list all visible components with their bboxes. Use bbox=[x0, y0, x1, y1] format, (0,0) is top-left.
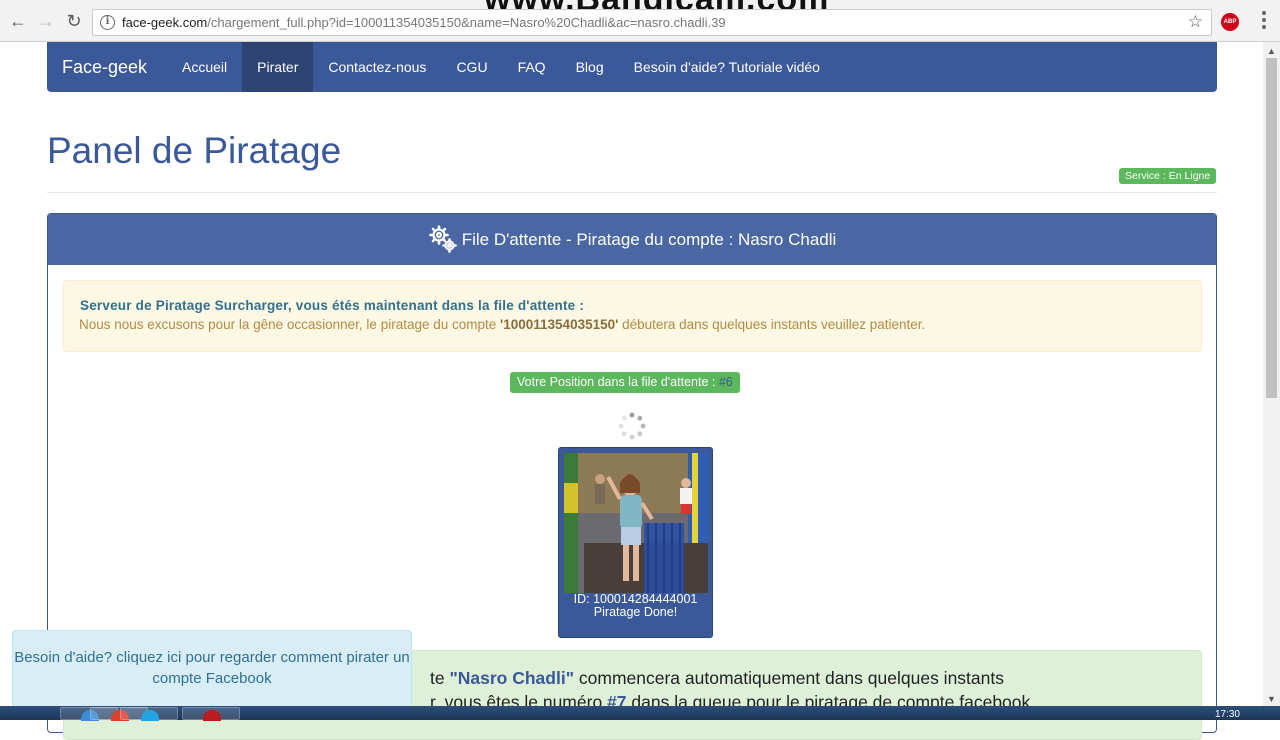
profile-status-text: Piratage Done! bbox=[593, 605, 678, 619]
nav-pirater[interactable]: Pirater bbox=[242, 42, 314, 92]
gears-icon bbox=[428, 224, 457, 253]
nav-blog[interactable]: Blog bbox=[561, 42, 619, 92]
profile-card[interactable]: ID: 100014284444001 Piratage Done! bbox=[558, 447, 713, 638]
profile-id-text: ID: 100014284444001 Piratage Done! bbox=[559, 593, 712, 619]
taskbar-skype-icon[interactable] bbox=[120, 707, 178, 721]
forward-icon[interactable]: → bbox=[36, 11, 56, 31]
warning-title: Serveur de Piratage Surcharger, vous été… bbox=[80, 298, 585, 313]
nav-tutorial[interactable]: Besoin d'aide? Tutoriale vidéo bbox=[619, 42, 835, 92]
nav-contact[interactable]: Contactez-nous bbox=[313, 42, 441, 92]
address-bar[interactable]: i face-geek.com/chargement_full.php?id=1… bbox=[92, 9, 1212, 36]
success-line-1: te "Nasro Chadli" commencera automatique… bbox=[430, 668, 1004, 688]
help-popup-link[interactable]: Besoin d'aide? cliquez ici pour regarder… bbox=[12, 630, 412, 708]
queue-position-badge: Votre Position dans la file d'attente : … bbox=[510, 372, 740, 393]
service-status-badge: Service : En Ligne bbox=[1119, 168, 1217, 184]
scrollbar-thumb[interactable] bbox=[1266, 58, 1277, 398]
nav-accueil[interactable]: Accueil bbox=[167, 42, 242, 92]
bookmark-star-icon[interactable]: ☆ bbox=[1188, 12, 1203, 32]
scroll-up-icon[interactable]: ▲ bbox=[1267, 46, 1276, 56]
loading-spinner-icon bbox=[618, 412, 646, 440]
panel-heading: File D'attente - Piratage du compte : Na… bbox=[48, 214, 1216, 265]
taskbar-bandicam-icon[interactable] bbox=[182, 707, 240, 721]
site-brand[interactable]: Face-geek bbox=[62, 57, 147, 78]
site-info-icon[interactable]: i bbox=[100, 15, 115, 30]
site-navbar: Face-geek Accueil Pirater Contactez-nous… bbox=[47, 42, 1217, 92]
reload-icon[interactable]: ↻ bbox=[64, 11, 84, 31]
back-icon[interactable]: ← bbox=[8, 11, 28, 31]
nav-links: Accueil Pirater Contactez-nous CGU FAQ B… bbox=[167, 42, 835, 92]
taskbar-clock: 17:30 bbox=[1214, 709, 1240, 720]
page-title: Panel de Piratage bbox=[47, 130, 342, 171]
browser-menu-icon[interactable] bbox=[1262, 11, 1268, 31]
queue-warning-alert: Serveur de Piratage Surcharger, vous été… bbox=[63, 280, 1202, 352]
queue-position-value: #6 bbox=[718, 375, 733, 389]
header-divider bbox=[47, 192, 1217, 193]
url-text[interactable]: face-geek.com/chargement_full.php?id=100… bbox=[122, 15, 726, 30]
target-name-text: "Nasro Chadli" bbox=[449, 668, 575, 688]
nav-cgu[interactable]: CGU bbox=[441, 42, 502, 92]
browser-toolbar: www.Bandicam.com ← → ↻ i face-geek.com/c… bbox=[0, 0, 1280, 42]
panel-heading-text: File D'attente - Piratage du compte : Na… bbox=[461, 230, 837, 249]
profile-photo bbox=[564, 453, 708, 593]
account-id-text: '100011354035150' bbox=[500, 317, 619, 332]
adblock-icon[interactable]: ABP bbox=[1221, 13, 1239, 31]
page-scrollbar[interactable]: ▲ ▼ bbox=[1263, 42, 1280, 706]
scroll-down-icon[interactable]: ▼ bbox=[1267, 694, 1276, 704]
os-taskbar: 17:30 bbox=[0, 706, 1280, 721]
warning-message: Nous nous excusons pour la gêne occasion… bbox=[79, 317, 926, 332]
nav-faq[interactable]: FAQ bbox=[503, 42, 561, 92]
